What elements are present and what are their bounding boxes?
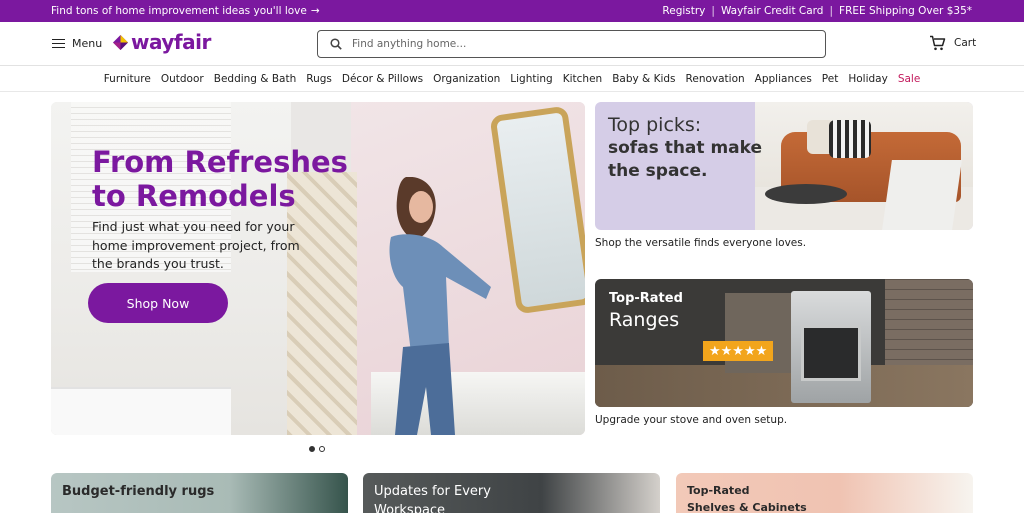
shop-now-button[interactable]: Shop Now — [88, 283, 228, 323]
card-caption[interactable]: Shop the versatile finds everyone loves. — [595, 237, 806, 249]
budget-rugs-tile[interactable]: Budget-friendly rugs — [51, 473, 348, 513]
hero-subtitle: Find just what you need for your home im… — [92, 219, 300, 271]
nav-holiday[interactable]: Holiday — [848, 73, 887, 85]
nav-decor-pillows[interactable]: Décor & Pillows — [342, 73, 423, 85]
nav-rugs[interactable]: Rugs — [306, 73, 332, 85]
nav-renovation[interactable]: Renovation — [686, 73, 745, 85]
nav-pet[interactable]: Pet — [822, 73, 839, 85]
hero-title-line2: to Remodels — [92, 179, 296, 213]
registry-link[interactable]: Registry — [662, 5, 705, 17]
nav-baby-kids[interactable]: Baby & Kids — [612, 73, 675, 85]
logo-text: wayfair — [131, 30, 211, 54]
promo-link[interactable]: Find tons of home improvement ideas you'… — [51, 5, 320, 17]
promo-text[interactable]: Find tons of home improvement ideas you'… — [51, 5, 307, 17]
ranges-promo-card[interactable]: Top-Rated Ranges ★★★★★ — [595, 279, 973, 407]
hamburger-icon — [52, 38, 65, 49]
divider: | — [711, 5, 715, 17]
cart-label: Cart — [954, 37, 977, 49]
bathtub-image — [51, 387, 231, 435]
promo-bar: Find tons of home improvement ideas you'… — [0, 0, 1024, 22]
nav-kitchen[interactable]: Kitchen — [563, 73, 602, 85]
carousel-dots — [309, 446, 325, 452]
brick-wall-image — [885, 279, 973, 369]
nav-lighting[interactable]: Lighting — [510, 73, 552, 85]
card-title: Top picks: — [608, 114, 702, 136]
kitchen-cabinet-image — [725, 293, 795, 373]
tile-title: Top-Rated — [687, 484, 750, 497]
woman-hanging-mirror-image — [389, 177, 491, 435]
card-title: Top-Rated — [609, 291, 683, 306]
site-header: Menu wayfair Find anything home... Cart — [0, 22, 1024, 66]
search-input[interactable]: Find anything home... — [352, 38, 466, 50]
hero-title: From Refreshes to Remodels — [92, 145, 348, 213]
menu-button[interactable]: Menu — [52, 37, 102, 50]
coffee-table-image — [765, 184, 847, 204]
nav-bedding-bath[interactable]: Bedding & Bath — [214, 73, 297, 85]
hero-title-line1: From Refreshes — [92, 145, 348, 179]
tile-title: Updates for Every — [374, 484, 491, 499]
sofas-promo-card[interactable]: Top picks: sofas that make the space. — [595, 102, 973, 230]
utility-links: Registry | Wayfair Credit Card | FREE Sh… — [662, 5, 972, 17]
workspace-tile[interactable]: Updates for Every Workspace — [363, 473, 660, 513]
tile-subtitle: Shelves & Cabinets — [687, 501, 807, 513]
arrow-right-icon: → — [310, 5, 320, 17]
wayfair-logo[interactable]: wayfair — [113, 30, 211, 54]
nav-organization[interactable]: Organization — [433, 73, 500, 85]
free-shipping-link[interactable]: FREE Shipping Over $35* — [839, 5, 972, 17]
tile-title: Budget-friendly rugs — [62, 484, 215, 499]
throw-blanket-image — [882, 160, 962, 230]
divider: | — [829, 5, 834, 17]
card-caption[interactable]: Upgrade your stove and oven setup. — [595, 414, 787, 426]
nav-furniture[interactable]: Furniture — [104, 73, 151, 85]
card-subtitle: sofas that make the space. — [608, 138, 763, 181]
nav-sale[interactable]: Sale — [898, 73, 920, 85]
card-subtitle: Ranges — [609, 309, 680, 331]
search-icon — [330, 38, 342, 50]
nav-appliances[interactable]: Appliances — [755, 73, 812, 85]
carousel-dot-2[interactable] — [319, 446, 325, 452]
menu-label: Menu — [72, 37, 103, 50]
carousel-dot-1[interactable] — [309, 446, 315, 452]
five-star-rating-icon: ★★★★★ — [703, 341, 774, 361]
cart-icon — [930, 35, 946, 51]
striped-pillow-image — [829, 120, 871, 158]
logo-mark-icon — [113, 34, 128, 50]
shelves-cabinets-tile[interactable]: Top-Rated Shelves & Cabinets — [676, 473, 973, 513]
credit-card-link[interactable]: Wayfair Credit Card — [721, 5, 824, 17]
hero-banner[interactable]: From Refreshes to Remodels Find just wha… — [51, 102, 585, 435]
category-nav: Furniture Outdoor Bedding & Bath Rugs Dé… — [0, 66, 1024, 92]
nav-outdoor[interactable]: Outdoor — [161, 73, 204, 85]
cart-button[interactable]: Cart — [929, 35, 976, 51]
search-bar[interactable]: Find anything home... — [317, 30, 826, 58]
oven-window-image — [801, 325, 861, 381]
